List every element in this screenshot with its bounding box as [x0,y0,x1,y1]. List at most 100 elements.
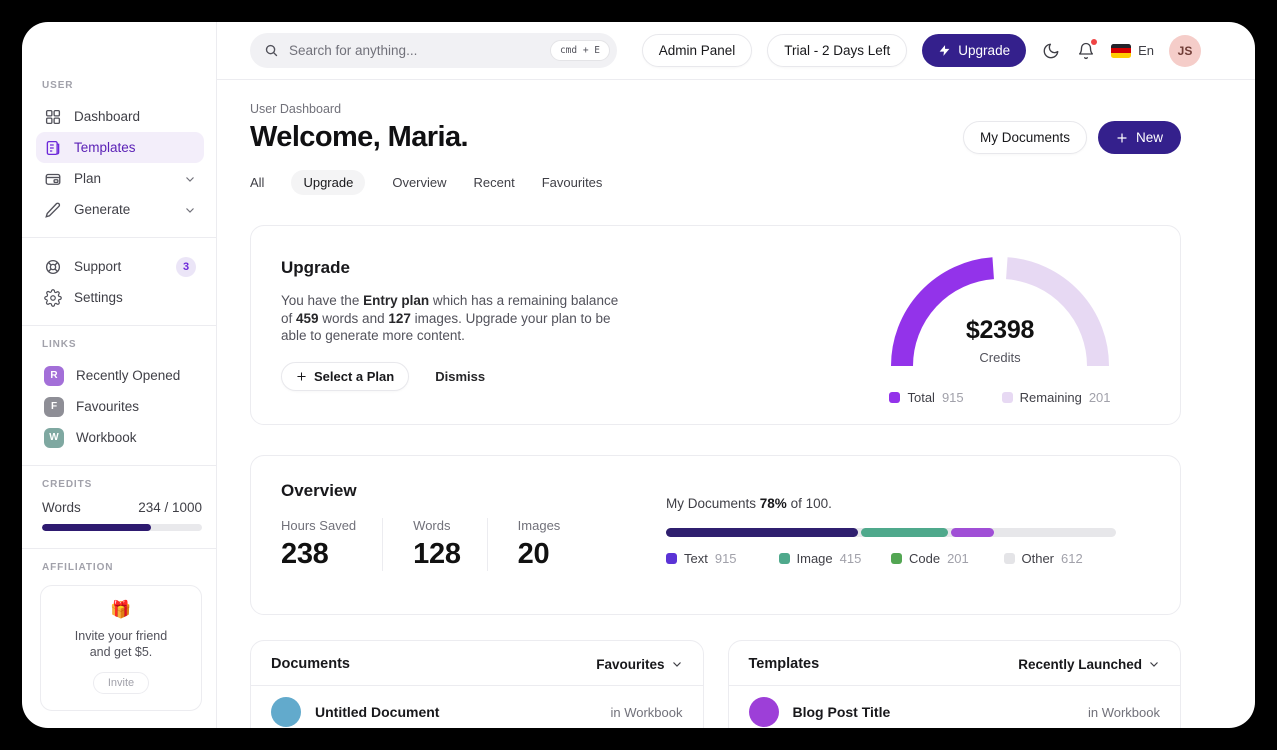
sidebar-section-user: USER [42,80,74,91]
affiliation-text-line2: and get $5. [89,645,153,659]
notifications-button[interactable] [1076,38,1098,61]
trial-status-button[interactable]: Trial - 2 Days Left [767,34,908,67]
legend-swatch [889,392,901,403]
plus-icon [297,371,306,381]
my-documents-progress-label: My Documents 78% of 100. [666,496,832,511]
sidebar-section-affiliation: AFFILIATION [42,562,114,573]
upgrade-card-text: You have the Entry plan which has a rema… [281,293,619,343]
sidebar-divider [22,465,216,466]
sidebar-item-label: Settings [74,290,123,305]
sidebar: USER Dashboard Templates Plan Generate S… [22,22,217,728]
tab-favourites[interactable]: Favourites [542,170,603,195]
sidebar-item-label: Templates [74,140,136,155]
workbook-badge: W [44,427,64,448]
dismiss-button[interactable]: Dismiss [435,369,485,384]
documents-card: Documents Favourites Untitled Document i… [250,640,704,728]
legend-swatch [778,553,790,564]
pencil-icon [44,201,62,219]
avatar[interactable]: JS [1169,34,1201,67]
language-selector[interactable]: En [1111,43,1154,58]
sidebar-item-label: Plan [74,171,102,186]
template-list-item[interactable]: Blog Post Title in Workbook [729,686,1181,728]
moon-icon [1043,43,1059,58]
dashboard-grid-icon [44,108,62,126]
favourites-badge: F [44,396,64,417]
gift-icon: 🎁 [110,600,132,619]
tab-upgrade[interactable]: Upgrade [291,170,366,195]
document-location: in Workbook [610,704,683,720]
legend-item-remaining: Remaining 201 [1001,390,1111,405]
content: User Dashboard Welcome, Maria. My Docume… [217,80,1181,728]
dark-mode-toggle[interactable] [1041,41,1061,61]
document-name: Untitled Document [315,704,440,720]
sidebar-link-favourites[interactable]: F Favourites [36,391,204,422]
bar-segment-text [666,528,859,537]
gauge-amount: $2398 [965,316,1035,344]
sidebar-section-links: LINKS [42,339,77,350]
select-plan-button[interactable]: Select a Plan [281,361,410,391]
bar-legend: Text 915 Image 415 Code 201 Other 612 [666,551,1116,566]
tab-recent[interactable]: Recent [474,170,515,195]
my-documents-progress: My Documents 78% of 100. Text 915 Image … [666,496,1116,566]
templates-card: Templates Recently Launched Blog Post Ti… [727,640,1181,728]
legend-swatch [666,553,677,564]
sidebar-item-label: Support [74,259,122,274]
sidebar-section-credits: CREDITS [42,479,93,490]
document-list-item[interactable]: Untitled Document in Workbook [251,686,703,728]
sidebar-link-workbook[interactable]: W Workbook [36,422,204,453]
sidebar-item-dashboard[interactable]: Dashboard [36,101,204,132]
legend-swatch [891,553,902,564]
documents-filter-dropdown[interactable]: Favourites [596,657,682,672]
stat-hours-saved: Hours Saved 238 [281,518,384,571]
legend-item-total: Total 915 [889,390,964,405]
search-bar[interactable]: cmd + E [250,33,617,68]
sidebar-item-label: Generate [74,202,131,217]
app-window: USER Dashboard Templates Plan Generate S… [22,22,1255,728]
stat-images: Images 20 [517,518,561,570]
lightning-bolt-icon [939,45,950,56]
stacked-progress-bar [666,528,1116,537]
stat-words: Words 128 [413,518,488,571]
keyboard-shortcut-badge: cmd + E [549,40,610,61]
main-area: cmd + E Admin Panel Trial - 2 Days Left … [217,22,1255,728]
support-count-badge: 3 [176,256,196,277]
sidebar-link-label: Recently Opened [76,368,181,383]
tab-all[interactable]: All [250,170,264,195]
upgrade-card: Upgrade You have the Entry plan which ha… [250,225,1181,425]
sidebar-item-label: Dashboard [74,109,141,124]
sidebar-link-label: Favourites [76,399,140,414]
sidebar-item-support[interactable]: Support 3 [36,251,204,282]
sidebar-link-recently-opened[interactable]: R Recently Opened [36,360,204,391]
sidebar-link-label: Workbook [76,430,137,445]
overview-card: Overview Hours Saved 238 Words 128 Image… [250,455,1181,615]
sidebar-item-settings[interactable]: Settings [36,282,204,313]
credits-progress-bar [42,524,202,531]
legend-item-text: Text 915 [666,551,779,566]
documents-card-title: Documents [271,656,350,672]
legend-item-other: Other 612 [1003,551,1117,566]
germany-flag-icon [1111,43,1132,58]
sidebar-item-generate[interactable]: Generate [36,194,204,225]
upgrade-button[interactable]: Upgrade [922,34,1027,67]
template-name: Blog Post Title [792,704,891,720]
my-documents-button[interactable]: My Documents [962,121,1087,154]
templates-filter-dropdown[interactable]: Recently Launched [1018,657,1160,672]
legend-item-image: Image 415 [778,551,892,566]
sidebar-item-plan[interactable]: Plan [36,163,204,194]
affiliation-card: 🎁 Invite your friend and get $5. Invite [40,585,202,711]
sidebar-divider [22,325,216,326]
search-input[interactable] [289,43,540,58]
sidebar-item-templates[interactable]: Templates [36,132,204,163]
credits-progress-fill [42,524,151,531]
template-location: in Workbook [1087,704,1160,720]
new-button[interactable]: New [1097,121,1181,154]
breadcrumb: User Dashboard [250,102,342,116]
credits-gauge: $2398 Credits Total 915 Remaining 201 [889,256,1111,405]
plus-icon [1117,132,1127,143]
tab-bar: All Upgrade Overview Recent Favourites [250,170,1181,195]
invite-button[interactable]: Invite [92,672,150,694]
legend-swatch [1001,392,1013,403]
sidebar-divider [22,548,216,549]
admin-panel-button[interactable]: Admin Panel [641,34,753,67]
tab-overview[interactable]: Overview [392,170,446,195]
